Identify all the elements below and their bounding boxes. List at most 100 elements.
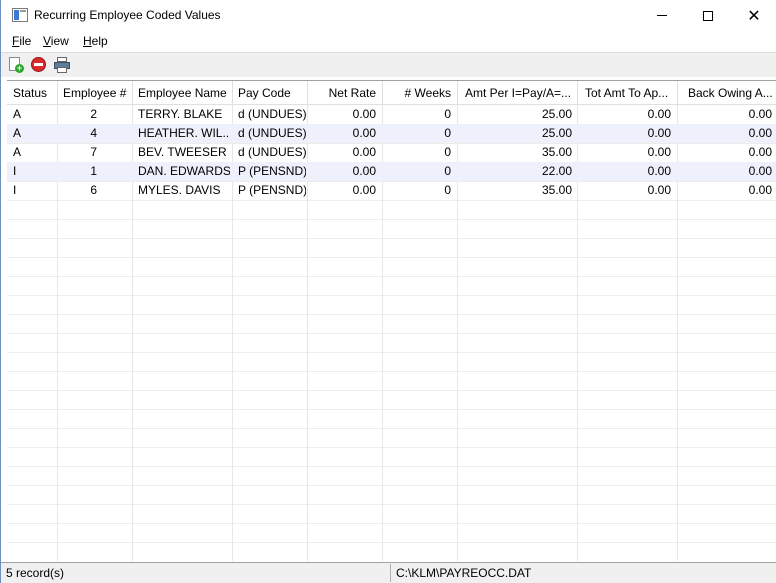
- cell-employee-number: 7: [90, 145, 97, 159]
- cell-pay-code: P (PENSND): [238, 164, 306, 178]
- col-header-net-rate[interactable]: Net Rate: [309, 81, 376, 105]
- cell-tot-amt: 0.00: [647, 126, 671, 140]
- grid-row-line: [7, 276, 776, 277]
- cell-net-rate: 0.00: [352, 145, 376, 159]
- grid-row-line: [7, 295, 776, 296]
- cell-employee-name: MYLES. DAVIS: [138, 183, 221, 197]
- toolbar: +: [1, 52, 776, 77]
- col-header-tot-amt[interactable]: Tot Amt To Ap...: [585, 81, 677, 105]
- menu-bar: File View Help: [1, 31, 776, 51]
- col-separator[interactable]: [307, 81, 308, 105]
- cell-net-rate: 0.00: [352, 126, 376, 140]
- plus-icon: +: [15, 63, 24, 73]
- col-separator[interactable]: [677, 81, 678, 105]
- grid-row-line: [7, 333, 776, 334]
- cell-status: A: [13, 107, 22, 121]
- grid-row-line: [7, 523, 776, 524]
- col-separator[interactable]: [57, 81, 58, 105]
- cell-employee-number: 1: [90, 164, 97, 178]
- col-separator[interactable]: [132, 81, 133, 105]
- table-row[interactable]: I 6 MYLES. DAVIS P (PENSND) 0.00 0 35.00 0.00 0.…: [7, 181, 776, 200]
- menu-view-label: iew: [50, 34, 69, 48]
- cell-weeks: 0: [444, 164, 451, 178]
- cell-back-owing: 0.00: [748, 164, 772, 178]
- cell-net-rate: 0.00: [352, 107, 376, 121]
- grid-row-line: [7, 409, 776, 410]
- col-header-back-owing[interactable]: Back Owing A...: [688, 81, 774, 105]
- col-header-employee-name[interactable]: Employee Name: [138, 81, 230, 105]
- table-row[interactable]: A 2 TERRY. BLAKE d (UNDUES) 0.00 0 25.00 0.00 0.…: [7, 105, 776, 124]
- delete-record-button[interactable]: [30, 56, 48, 74]
- col-header-weeks[interactable]: # Weeks: [384, 81, 451, 105]
- table-row[interactable]: A 4 HEATHER. WIL... d (UNDUES) 0.00 0 25.00 0.0…: [7, 124, 776, 143]
- col-separator[interactable]: [382, 81, 383, 105]
- printer-paper: [57, 67, 67, 73]
- cell-employee-name: HEATHER. WIL...: [138, 126, 230, 140]
- cell-tot-amt: 0.00: [647, 164, 671, 178]
- grid-row-line: [7, 219, 776, 220]
- status-divider: [390, 564, 391, 582]
- cell-net-rate: 0.00: [352, 183, 376, 197]
- records-grid[interactable]: Status Employee # Employee Name Pay Code…: [7, 80, 776, 561]
- cell-status: A: [13, 126, 22, 140]
- cell-employee-number: 6: [90, 183, 97, 197]
- close-button[interactable]: ✕: [731, 0, 776, 31]
- grid-row-line: [7, 466, 776, 467]
- minimize-button[interactable]: [639, 0, 685, 31]
- col-header-employee-number[interactable]: Employee #: [63, 81, 129, 105]
- col-separator[interactable]: [457, 81, 458, 105]
- menu-help[interactable]: Help: [83, 34, 108, 48]
- cell-weeks: 0: [444, 183, 451, 197]
- cell-status: I: [13, 183, 17, 197]
- grid-row-line: [7, 238, 776, 239]
- cell-back-owing: 0.00: [748, 145, 772, 159]
- cell-amt-per: 25.00: [541, 107, 572, 121]
- minus-bar: [34, 63, 43, 66]
- col-header-pay-code[interactable]: Pay Code: [238, 81, 308, 105]
- cell-amt-per: 35.00: [541, 145, 572, 159]
- close-icon: ✕: [747, 6, 761, 25]
- menu-view[interactable]: View: [43, 34, 69, 48]
- cell-weeks: 0: [444, 107, 451, 121]
- cell-status: I: [13, 164, 17, 178]
- col-header-status[interactable]: Status: [13, 81, 53, 105]
- maximize-button[interactable]: [685, 0, 731, 31]
- record-count: 5 record(s): [6, 566, 65, 580]
- app-window-icon: [12, 8, 28, 22]
- col-separator[interactable]: [232, 81, 233, 105]
- new-record-button[interactable]: +: [7, 56, 25, 74]
- cell-pay-code: d (UNDUES): [238, 126, 306, 140]
- table-row[interactable]: A 7 BEV. TWEESER d (UNDUES) 0.00 0 35.00 0.00 0.…: [7, 143, 776, 162]
- table-row[interactable]: I 1 DAN. EDWARDS P (PENSND) 0.00 0 22.00 0.00 0.…: [7, 162, 776, 181]
- col-separator[interactable]: [577, 81, 578, 105]
- grid-header: Status Employee # Employee Name Pay Code…: [7, 81, 776, 105]
- cell-tot-amt: 0.00: [647, 107, 671, 121]
- grid-row-line: [7, 504, 776, 505]
- menu-help-accel: H: [83, 34, 92, 48]
- cell-back-owing: 0.00: [748, 126, 772, 140]
- menu-file-label: ile: [19, 34, 32, 48]
- grid-row-line: [7, 542, 776, 543]
- grid-row-line: [7, 314, 776, 315]
- print-button[interactable]: [53, 56, 71, 74]
- cell-tot-amt: 0.00: [647, 183, 671, 197]
- grid-row-line: [7, 200, 776, 201]
- cell-pay-code: d (UNDUES): [238, 107, 306, 121]
- title-bar[interactable]: Recurring Employee Coded Values ✕: [1, 0, 776, 31]
- cell-amt-per: 22.00: [541, 164, 572, 178]
- cell-employee-name: BEV. TWEESER: [138, 145, 227, 159]
- window-title: Recurring Employee Coded Values: [34, 8, 221, 22]
- col-header-amt-per[interactable]: Amt Per I=Pay/A=...: [465, 81, 577, 105]
- cell-amt-per: 25.00: [541, 126, 572, 140]
- cell-weeks: 0: [444, 126, 451, 140]
- grid-row-line: [7, 485, 776, 486]
- file-path: C:\KLM\PAYREOCC.DAT: [396, 566, 532, 580]
- cell-employee-number: 4: [90, 126, 97, 140]
- menu-file[interactable]: File: [12, 34, 31, 48]
- cell-pay-code: P (PENSND): [238, 183, 306, 197]
- cell-employee-name: DAN. EDWARDS: [138, 164, 230, 178]
- cell-back-owing: 0.00: [748, 183, 772, 197]
- grid-row-line: [7, 371, 776, 372]
- menu-help-label: elp: [91, 34, 108, 48]
- cell-status: A: [13, 145, 22, 159]
